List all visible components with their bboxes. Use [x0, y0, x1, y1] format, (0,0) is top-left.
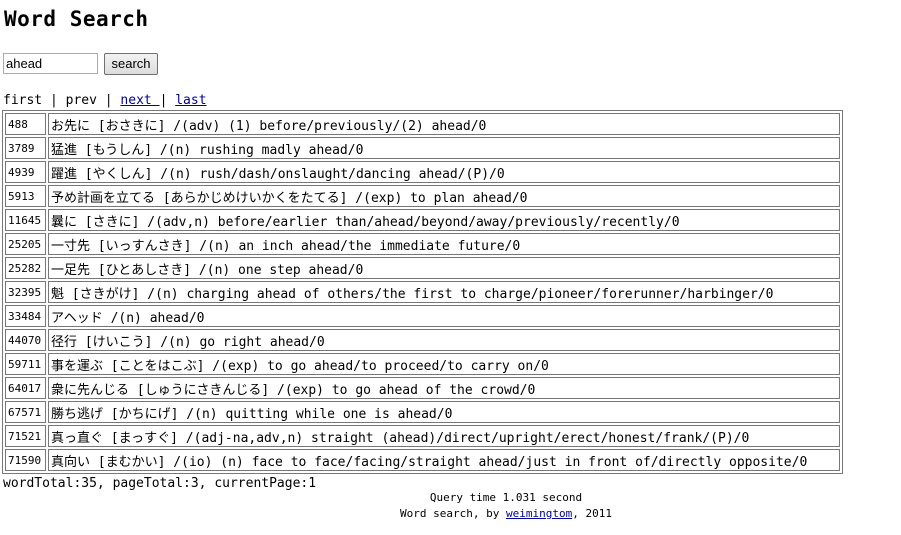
pager-last-link[interactable]: last: [175, 93, 206, 108]
table-row: 25282 一足先 [ひとあしさき] /(n) one step ahead/0: [5, 257, 840, 279]
table-row: 44070 径行 [けいこう] /(n) go right ahead/0: [5, 329, 840, 351]
word-entry: 曩に [さきに] /(adv,n) before/earlier than/ah…: [48, 209, 840, 231]
table-row: 71590 真向い [まむかい] /(io) (n) face to face/f…: [5, 449, 840, 471]
word-entry: 魁 [さきがけ] /(n) charging ahead of others/t…: [48, 281, 840, 303]
word-entry: 衆に先んじる [しゅうにさきんじる] /(exp) to go ahead of…: [48, 377, 840, 399]
pager-first: first: [3, 93, 43, 108]
pager-separator: |: [96, 93, 121, 108]
search-input[interactable]: [3, 53, 98, 74]
page-title: Word Search: [4, 7, 149, 31]
word-entry: 勝ち逃げ [かちにげ] /(n) quitting while one is a…: [48, 401, 840, 423]
table-row: 64017 衆に先んじる [しゅうにさきんじる] /(exp) to go ahe…: [5, 377, 840, 399]
word-entry: 径行 [けいこう] /(n) go right ahead/0: [48, 329, 840, 351]
word-entry: 真向い [まむかい] /(io) (n) face to face/facing…: [48, 449, 840, 471]
table-row: 71521 真っ直ぐ [まっすぐ] /(adj-na,adv,n) straigh…: [5, 425, 840, 447]
table-row: 4939 躍進 [やくしん] /(n) rush/dash/onslaught/d…: [5, 161, 840, 183]
word-id: 11645: [5, 209, 46, 231]
pager-next-link[interactable]: next: [120, 93, 159, 108]
pager-separator: |: [42, 93, 66, 108]
word-entry: アヘッド /(n) ahead/0: [48, 305, 840, 327]
table-row: 3789 猛進 [もうしん] /(n) rushing madly ahead/0: [5, 137, 840, 159]
table-row: 32395 魁 [さきがけ] /(n) charging ahead of oth…: [5, 281, 840, 303]
word-id: 5913: [5, 185, 46, 207]
pager-prev: prev: [65, 93, 97, 108]
table-row: 33484 アヘッド /(n) ahead/0: [5, 305, 840, 327]
word-entry: 一足先 [ひとあしさき] /(n) one step ahead/0: [48, 257, 840, 279]
word-entry: 事を運ぶ [ことをはこぶ] /(exp) to go ahead/to proc…: [48, 353, 840, 375]
table-row: 59711 事を運ぶ [ことをはこぶ] /(exp) to go ahead/to…: [5, 353, 840, 375]
word-id: 71521: [5, 425, 46, 447]
word-entry: お先に [おさきに] /(adv) (1) before/previously/…: [48, 113, 840, 135]
results-table: 488 お先に [おさきに] /(adv) (1) before/previous…: [2, 110, 843, 474]
author-link[interactable]: weimingtom: [506, 507, 572, 520]
word-id: 25282: [5, 257, 46, 279]
word-entry: 真っ直ぐ [まっすぐ] /(adj-na,adv,n) straight (ah…: [48, 425, 840, 447]
word-id: 59711: [5, 353, 46, 375]
word-id: 67571: [5, 401, 46, 423]
word-id: 71590: [5, 449, 46, 471]
credit-prefix: Word search, by: [400, 507, 506, 520]
word-id: 4939: [5, 161, 46, 183]
word-id: 3789: [5, 137, 46, 159]
word-entry: 一寸先 [いっすんさき] /(n) an inch ahead/the imme…: [48, 233, 840, 255]
pagination: first | prev | next | last: [3, 93, 207, 108]
word-id: 25205: [5, 233, 46, 255]
result-summary: wordTotal:35, pageTotal:3, currentPage:1: [3, 476, 317, 491]
word-id: 44070: [5, 329, 46, 351]
word-entry: 予め計画を立てる [あらかじめけいかくをたてる] /(exp) to plan …: [48, 185, 840, 207]
table-row: 25205 一寸先 [いっすんさき] /(n) an inch ahead/the…: [5, 233, 840, 255]
word-id: 32395: [5, 281, 46, 303]
search-button[interactable]: search: [104, 53, 158, 75]
table-row: 11645 曩に [さきに] /(adv,n) before/earlier th…: [5, 209, 840, 231]
word-id: 64017: [5, 377, 46, 399]
word-entry: 猛進 [もうしん] /(n) rushing madly ahead/0: [48, 137, 840, 159]
word-entry: 躍進 [やくしん] /(n) rush/dash/onslaught/danci…: [48, 161, 840, 183]
query-time: Query time 1.031 second: [429, 491, 583, 504]
word-id: 488: [5, 113, 46, 135]
credit-line: Word search, by weimingtom, 2011: [0, 507, 901, 520]
word-id: 33484: [5, 305, 46, 327]
pager-separator: |: [159, 93, 176, 108]
table-row: 5913 予め計画を立てる [あらかじめけいかくをたてる] /(exp) to p…: [5, 185, 840, 207]
table-row: 488 お先に [おさきに] /(adv) (1) before/previous…: [5, 113, 840, 135]
credit-suffix: , 2011: [572, 507, 612, 520]
table-row: 67571 勝ち逃げ [かちにげ] /(n) quitting while one…: [5, 401, 840, 423]
